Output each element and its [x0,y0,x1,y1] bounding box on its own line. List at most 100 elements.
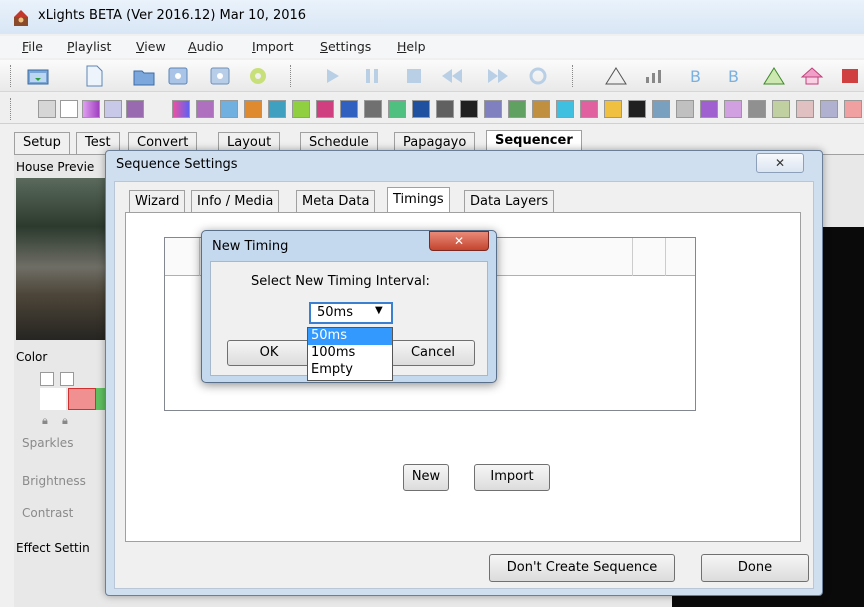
effect-color-wash-icon[interactable] [172,100,190,118]
effect-butterfly-icon[interactable] [104,100,122,118]
menu-import[interactable]: Import [252,39,294,54]
menu-playlist[interactable]: Playlist [67,39,111,54]
effect-meteors-icon[interactable] [340,100,358,118]
color-swatch-white[interactable] [40,388,66,410]
menu-audio[interactable]: Audio [188,39,224,54]
tab-data-layers[interactable]: Data Layers [464,190,555,212]
close-icon[interactable]: ✕ [756,153,804,173]
effect-settings-label: Effect Settin [16,541,90,555]
color-checkbox-2[interactable] [60,372,74,386]
extra-tool-icon[interactable] [838,65,862,87]
tab-setup[interactable]: Setup [14,132,70,154]
settings-gear-icon[interactable] [246,65,270,87]
effect-garlands-icon[interactable] [268,100,286,118]
done-button[interactable]: Done [701,554,809,582]
effect-strobe-icon[interactable] [652,100,670,118]
save-as-icon[interactable] [208,65,232,87]
xlights-app-icon [14,10,28,26]
effect-on-icon[interactable] [60,100,78,118]
effect-ripple-icon[interactable] [460,100,478,118]
lock-icon[interactable]: 🔒︎ [42,414,48,428]
effect-plasma-icon[interactable] [436,100,454,118]
effect-snowstorm-icon[interactable] [580,100,598,118]
tab-timings[interactable]: Timings [387,187,450,213]
effect-candle-icon[interactable] [796,100,814,118]
effect-off-icon[interactable] [38,100,56,118]
effect-fireworks-icon[interactable] [244,100,262,118]
triangle-tool-icon[interactable] [604,65,628,87]
effect-circles-icon[interactable] [126,100,144,118]
effect-glediator-icon[interactable] [292,100,310,118]
chevron-down-icon[interactable]: ▼ [375,305,383,316]
stop-icon[interactable] [402,65,426,87]
effect-picture-icon[interactable] [388,100,406,118]
dialog-title: New Timing [212,239,289,254]
menu-help[interactable]: Help [397,39,426,54]
toolbar-grip[interactable] [572,65,574,87]
effect-spirals-icon[interactable] [604,100,622,118]
open-icon[interactable] [132,65,156,87]
effect-life-icon[interactable] [316,100,334,118]
effect-morph-icon[interactable] [364,100,382,118]
replay-icon[interactable] [526,65,550,87]
menu-view[interactable]: View [136,39,166,54]
menu-bar: File Playlist View Audio Import Settings… [0,36,864,58]
effect-bars-icon[interactable] [82,100,100,118]
import-timing-button[interactable]: Import [474,464,550,491]
color-panel-label: Color [16,350,48,364]
ok-button[interactable]: OK [227,340,311,366]
effect-tree-icon[interactable] [700,100,718,118]
toolbar-grip[interactable] [10,98,12,120]
new-timing-button[interactable]: New [403,464,449,491]
effect-twinkle-icon[interactable] [724,100,742,118]
save-icon[interactable] [166,65,190,87]
effect-text-icon[interactable] [676,100,694,118]
effect-curtain-icon[interactable] [196,100,214,118]
green-triangle-icon[interactable] [762,65,786,87]
tab-wizard[interactable]: Wizard [129,190,186,212]
pause-icon[interactable] [360,65,384,87]
fast-forward-icon[interactable] [486,65,510,87]
play-icon[interactable] [320,65,344,87]
b-variant-icon[interactable]: B [722,65,746,87]
timing-interval-options: 50ms 100ms Empty [307,327,393,381]
lock-icon[interactable]: 🔒︎ [62,414,68,428]
tab-info-media[interactable]: Info / Media [191,190,280,212]
effect-shockwave-icon[interactable] [508,100,526,118]
tab-meta-data[interactable]: Meta Data [296,190,376,212]
effect-faces-icon[interactable] [772,100,790,118]
cancel-button[interactable]: Cancel [391,340,475,366]
option-50ms[interactable]: 50ms [308,328,392,345]
effect-marquee-icon[interactable] [844,100,862,118]
effect-fire-icon[interactable] [220,100,238,118]
bold-b-icon[interactable]: B [684,65,708,87]
toolbar-grip[interactable] [10,65,12,87]
menu-file[interactable]: File [22,39,43,54]
open-folder-icon[interactable] [26,65,50,87]
option-100ms[interactable]: 100ms [308,345,392,362]
new-file-icon[interactable] [82,65,106,87]
effect-lightning-icon[interactable] [820,100,838,118]
menu-settings[interactable]: Settings [320,39,371,54]
close-icon[interactable]: ✕ [429,231,489,251]
house-preview-image [16,178,108,340]
toolbar-grip[interactable] [290,65,292,87]
effect-shimmer-icon[interactable] [484,100,502,118]
svg-text:B: B [690,67,701,86]
bars-tool-icon[interactable] [642,65,666,87]
home-icon[interactable] [800,65,824,87]
color-swatch-red[interactable] [68,388,96,410]
option-empty[interactable]: Empty [308,362,392,379]
effect-spirograph-icon[interactable] [628,100,646,118]
house-preview-label: House Previe [16,160,95,174]
effect-pinwheel-icon[interactable] [412,100,430,118]
effect-snowflakes-icon[interactable] [556,100,574,118]
column-header[interactable] [165,238,200,276]
effect-wave-icon[interactable] [748,100,766,118]
rewind-icon[interactable] [440,65,464,87]
effect-single-strand-icon[interactable] [532,100,550,118]
dont-create-sequence-button[interactable]: Don't Create Sequence [489,554,675,582]
timing-interval-select[interactable]: 50ms ▼ [309,302,393,324]
column-header[interactable] [632,238,666,276]
color-checkbox-1[interactable] [40,372,54,386]
